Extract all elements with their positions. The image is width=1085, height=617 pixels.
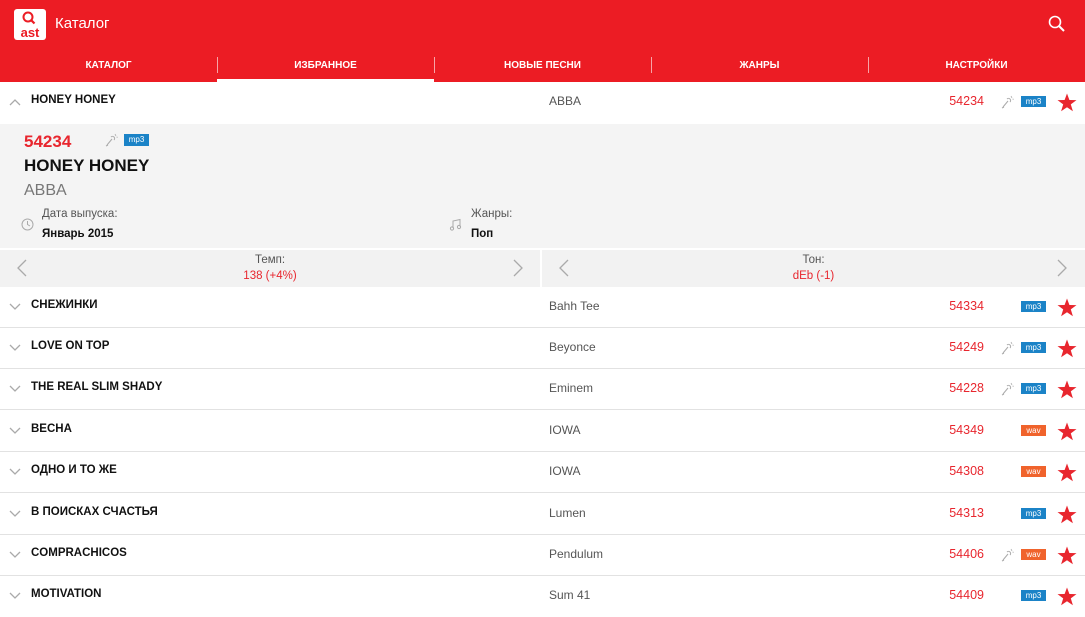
clock-icon xyxy=(21,218,34,231)
song-row[interactable]: THE REAL SLIM SHADY Eminem 54228 mp3 xyxy=(0,369,1085,410)
release-date-value: Январь 2015 xyxy=(42,228,114,240)
microphone-icon xyxy=(1001,548,1014,562)
microphone-icon xyxy=(105,133,118,147)
key-increase-arrow-icon[interactable] xyxy=(1056,258,1068,278)
song-row[interactable]: COMPRACHICOS Pendulum 54406 wav xyxy=(0,535,1085,576)
chevron-down-icon[interactable] xyxy=(9,385,21,393)
favorite-star-icon[interactable] xyxy=(1057,463,1077,482)
song-detail-panel xyxy=(0,124,1085,248)
format-badge: mp3 xyxy=(1021,383,1046,394)
tempo-stepper: Темп: 138 (+4%) xyxy=(0,250,540,287)
app-bar: ast Каталог xyxy=(0,0,1085,48)
favorite-star-icon[interactable] xyxy=(1057,380,1077,399)
tempo-increase-arrow-icon[interactable] xyxy=(512,258,524,278)
detail-song-number: 54234 xyxy=(24,132,72,151)
song-number: 54406 xyxy=(949,547,984,561)
song-artist: IOWA xyxy=(549,464,581,478)
song-row[interactable]: LOVE ON TOP Beyonce 54249 mp3 xyxy=(0,328,1085,369)
song-artist: Lumen xyxy=(549,506,586,520)
song-title: LOVE ON TOP xyxy=(31,340,110,352)
song-artist: Pendulum xyxy=(549,547,604,561)
song-row[interactable]: В ПОИСКАХ СЧАСТЬЯ Lumen 54313 mp3 xyxy=(0,494,1085,535)
song-number: 54349 xyxy=(949,423,984,437)
format-badge: wav xyxy=(1021,425,1046,436)
music-note-icon xyxy=(449,218,462,231)
format-badge: mp3 xyxy=(1021,342,1046,353)
song-number: 54409 xyxy=(949,588,984,602)
tab-catalog[interactable]: Каталог xyxy=(0,48,217,82)
key-value: dEb (-1) xyxy=(792,270,835,282)
microphone-icon xyxy=(1001,341,1014,355)
song-artist: Eminem xyxy=(549,381,594,395)
format-badge: mp3 xyxy=(1021,301,1046,312)
song-number: 54234 xyxy=(949,94,984,108)
favorite-star-icon[interactable] xyxy=(1057,298,1077,317)
tempo-label: Темп: xyxy=(254,254,286,266)
favorite-star-icon[interactable] xyxy=(1057,505,1077,524)
logo-text: ast xyxy=(20,25,40,40)
key-label: Тон: xyxy=(802,254,825,266)
song-row[interactable]: СНЕЖИНКИ Bahh Tee 54334 mp3 xyxy=(0,287,1085,328)
favorite-star-icon[interactable] xyxy=(1057,339,1077,358)
format-badge: mp3 xyxy=(1021,508,1046,519)
format-badge: wav xyxy=(1021,466,1046,477)
favorite-star-icon[interactable] xyxy=(1057,546,1077,565)
tab-new-songs[interactable]: Новые песни xyxy=(434,48,651,82)
detail-song-title: HONEY HONEY xyxy=(24,156,150,175)
search-icon[interactable] xyxy=(1047,14,1067,34)
genres-value: Поп xyxy=(471,228,494,240)
genres-label: Жанры: xyxy=(471,208,513,220)
song-title: THE REAL SLIM SHADY xyxy=(31,381,163,393)
song-artist: Sum 41 xyxy=(549,588,591,602)
favorite-star-icon[interactable] xyxy=(1057,93,1077,112)
app-title: Каталог xyxy=(55,15,110,32)
tab-bar: Каталог Избранное Новые песни Жанры Наст… xyxy=(0,48,1085,82)
chevron-down-icon[interactable] xyxy=(9,592,21,600)
format-badge: mp3 xyxy=(1021,96,1046,107)
song-number: 54249 xyxy=(949,340,984,354)
microphone-icon xyxy=(1001,95,1014,109)
detail-artist: ABBA xyxy=(24,182,67,199)
release-date-label: Дата выпуска: xyxy=(42,208,118,220)
song-row[interactable]: HONEY HONEY ABBA 54234 mp3 xyxy=(0,82,1085,123)
tab-genres[interactable]: Жанры xyxy=(651,48,868,82)
song-number: 54228 xyxy=(949,381,984,395)
song-number: 54334 xyxy=(949,299,984,313)
song-row[interactable]: ВЕСНА IOWA 54349 wav xyxy=(0,411,1085,452)
song-artist: ABBA xyxy=(549,94,582,108)
song-row[interactable]: ОДНО И ТО ЖЕ IOWA 54308 wav xyxy=(0,452,1085,493)
search-logo-icon xyxy=(22,11,36,25)
tab-settings[interactable]: Настройки xyxy=(868,48,1085,82)
app-logo[interactable]: ast xyxy=(14,9,46,40)
song-number: 54308 xyxy=(949,464,984,478)
chevron-down-icon[interactable] xyxy=(9,303,21,311)
chevron-up-icon[interactable] xyxy=(9,98,21,106)
key-stepper: Тон: dEb (-1) xyxy=(542,250,1085,287)
song-title: MOTIVATION xyxy=(31,588,102,600)
chevron-down-icon[interactable] xyxy=(9,468,21,476)
song-title: СНЕЖИНКИ xyxy=(31,299,98,311)
song-title: HONEY HONEY xyxy=(31,94,116,106)
favorite-star-icon[interactable] xyxy=(1057,422,1077,441)
chevron-down-icon[interactable] xyxy=(9,551,21,559)
chevron-down-icon[interactable] xyxy=(9,510,21,518)
chevron-down-icon[interactable] xyxy=(9,427,21,435)
favorite-star-icon[interactable] xyxy=(1057,587,1077,606)
tab-favorites[interactable]: Избранное xyxy=(217,48,434,82)
song-number: 54313 xyxy=(949,506,984,520)
chevron-down-icon[interactable] xyxy=(9,344,21,352)
song-row[interactable]: MOTIVATION Sum 41 54409 mp3 xyxy=(0,576,1085,617)
song-artist: Beyonce xyxy=(549,340,596,354)
song-title: ВЕСНА xyxy=(31,423,72,435)
song-title: В ПОИСКАХ СЧАСТЬЯ xyxy=(31,506,158,518)
format-badge: mp3 xyxy=(1021,590,1046,601)
song-artist: Bahh Tee xyxy=(549,299,600,313)
microphone-icon xyxy=(1001,382,1014,396)
format-badge: wav xyxy=(1021,549,1046,560)
song-title: ОДНО И ТО ЖЕ xyxy=(31,464,117,476)
song-artist: IOWA xyxy=(549,423,581,437)
detail-format-badge: mp3 xyxy=(124,134,149,146)
tempo-value: 138 (+4%) xyxy=(243,270,297,282)
song-title: COMPRACHICOS xyxy=(31,547,127,559)
